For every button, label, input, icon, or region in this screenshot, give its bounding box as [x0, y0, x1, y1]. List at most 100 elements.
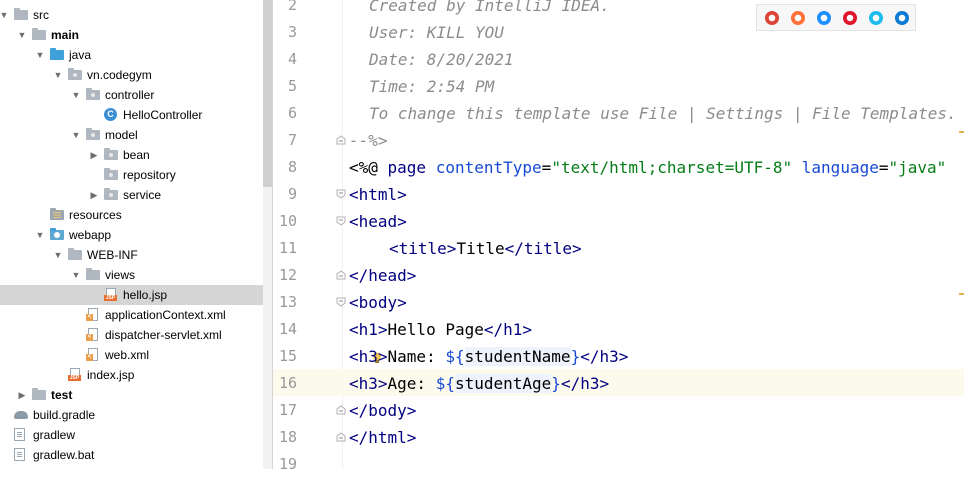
tree-item-label: build.gradle — [33, 408, 96, 422]
tree-item-src[interactable]: ▼ src — [0, 5, 263, 25]
package-icon — [104, 188, 119, 202]
tag-text: Age: — [387, 374, 436, 393]
tree-item-index-jsp[interactable]: JSP index.jsp — [0, 365, 263, 385]
line-number: 18 — [278, 428, 297, 446]
tree-item-label: views — [105, 268, 136, 282]
html-tag: <title> — [389, 239, 457, 258]
code-line[interactable]: User: KILL YOU — [369, 19, 504, 46]
fold-marker-icon[interactable] — [336, 216, 346, 226]
package-icon — [104, 168, 119, 182]
tree-item-hello-jsp[interactable]: JSP hello.jsp — [0, 285, 263, 305]
tag-text: Title — [456, 239, 505, 258]
code-line[interactable]: </body> — [349, 397, 416, 424]
expand-arrow-icon[interactable]: ▼ — [52, 245, 64, 265]
edge-icon[interactable] — [895, 11, 909, 25]
code-line[interactable]: --%> — [349, 127, 388, 154]
tree-item-gradlew-bat[interactable]: gradlew.bat — [0, 445, 263, 465]
firefox-icon[interactable] — [791, 11, 805, 25]
tree-item-gradlew[interactable]: gradlew — [0, 425, 263, 445]
code-line[interactable]: <head> — [349, 208, 407, 235]
comment-text: User: KILL YOU — [369, 23, 504, 42]
fold-marker-icon[interactable] — [336, 135, 346, 145]
opera-icon[interactable] — [843, 11, 857, 25]
tree-item-java[interactable]: ▼ java — [0, 45, 263, 65]
code-line[interactable]: <title>Title</title> — [389, 235, 582, 262]
tree-item-bean[interactable]: ▶ bean — [0, 145, 263, 165]
html-tag: </h3> — [560, 374, 610, 393]
tree-item-build-gradle[interactable]: build.gradle — [0, 405, 263, 425]
line-number: 12 — [278, 266, 297, 284]
code-line[interactable]: Time: 2:54 PM — [369, 73, 494, 100]
tree-item-web-inf[interactable]: ▼ WEB-INF — [0, 245, 263, 265]
package-icon — [68, 68, 83, 82]
code-line[interactable]: To change this template use File | Setti… — [369, 100, 957, 127]
code-line[interactable]: </html> — [349, 424, 416, 451]
comment-text: Date: 8/20/2021 — [369, 50, 514, 69]
expand-arrow-icon[interactable]: ▼ — [0, 5, 10, 25]
code-line[interactable]: <h3>Name: ${studentName}</h3> — [349, 343, 628, 370]
expand-arrow-icon[interactable]: ▼ — [70, 125, 82, 145]
tree-item-controller[interactable]: ▼ controller — [0, 85, 263, 105]
el-variable: studentAge — [454, 374, 552, 393]
line-number: 3 — [287, 23, 297, 41]
tree-item-web-xml[interactable]: < web.xml — [0, 345, 263, 365]
tree-item-label: WEB-INF — [87, 248, 138, 262]
comment-text: Created by IntelliJ IDEA. — [369, 0, 610, 15]
tree-scrollbar-thumb[interactable] — [263, 0, 272, 187]
tree-item-vn-codegym[interactable]: ▼ vn.codegym — [0, 65, 263, 85]
attribute-name: contentType — [435, 158, 542, 177]
tree-item-label: dispatcher-servlet.xml — [105, 328, 222, 342]
tree-item-service[interactable]: ▶ service — [0, 185, 263, 205]
line-number: 8 — [287, 158, 297, 176]
tree-item-label: bean — [123, 148, 150, 162]
ie-icon[interactable] — [869, 11, 883, 25]
code-line[interactable]: Date: 8/20/2021 — [369, 46, 514, 73]
tree-item-repository[interactable]: repository — [0, 165, 263, 185]
fold-marker-icon[interactable] — [336, 270, 346, 280]
tree-item-label: gradlew — [33, 428, 76, 442]
expand-arrow-icon[interactable]: ▼ — [34, 45, 46, 65]
tree-item-test[interactable]: ▶ test — [0, 385, 263, 405]
line-number: 16 — [278, 374, 297, 392]
package-icon — [86, 128, 101, 142]
chrome-icon[interactable] — [765, 11, 779, 25]
tree-item-label: applicationContext.xml — [105, 308, 226, 322]
collapse-arrow-icon[interactable]: ▶ — [88, 145, 100, 165]
collapse-arrow-icon[interactable]: ▶ — [88, 185, 100, 205]
code-line[interactable]: <h3>Age: ${studentAge}</h3> — [349, 370, 609, 397]
expand-arrow-icon[interactable]: ▼ — [52, 65, 64, 85]
comment-end-token: --%> — [349, 131, 388, 150]
line-number: 19 — [278, 455, 297, 473]
tree-item-applicationcontext-xml[interactable]: < applicationContext.xml — [0, 305, 263, 325]
tree-item-webapp[interactable]: ▼ webapp — [0, 225, 263, 245]
code-line[interactable]: Created by IntelliJ IDEA. — [369, 0, 610, 19]
code-line[interactable]: <html> — [349, 181, 407, 208]
code-line[interactable]: <h1>Hello Page</h1> — [349, 316, 532, 343]
code-line[interactable]: <body> — [349, 289, 407, 316]
tree-item-hellocontroller[interactable]: C HelloController — [0, 105, 263, 125]
tree-item-resources[interactable]: resources — [0, 205, 263, 225]
expand-arrow-icon[interactable]: ▼ — [70, 85, 82, 105]
expand-arrow-icon[interactable]: ▼ — [34, 225, 46, 245]
html-tag: <h3> — [349, 374, 388, 393]
tree-item-label: web.xml — [105, 348, 150, 362]
tree-item-model[interactable]: ▼ model — [0, 125, 263, 145]
expand-arrow-icon[interactable]: ▼ — [70, 265, 82, 285]
folder-icon — [32, 388, 47, 402]
code-line[interactable]: </head> — [349, 262, 416, 289]
code-line[interactable]: <%@ page contentType="text/html;charset=… — [349, 154, 946, 181]
collapse-arrow-icon[interactable]: ▶ — [16, 385, 28, 405]
el-expression-open: ${ — [435, 374, 455, 393]
tree-item-views[interactable]: ▼ views — [0, 265, 263, 285]
safari-icon[interactable] — [817, 11, 831, 25]
fold-marker-icon[interactable] — [336, 432, 346, 442]
tree-item-main[interactable]: ▼ main — [0, 25, 263, 45]
expand-arrow-icon[interactable]: ▼ — [16, 25, 28, 45]
fold-marker-icon[interactable] — [336, 189, 346, 199]
tree-item-dispatcher-servlet-xml[interactable]: < dispatcher-servlet.xml — [0, 325, 263, 345]
tree-item-label: test — [51, 388, 73, 402]
fold-marker-icon[interactable] — [336, 297, 346, 307]
fold-marker-icon[interactable] — [336, 405, 346, 415]
project-tree: ▼ src ▼ main ▼ java ▼ vn.codegym ▼ controller C Hel… — [0, 0, 263, 469]
gradle-icon — [14, 408, 29, 422]
